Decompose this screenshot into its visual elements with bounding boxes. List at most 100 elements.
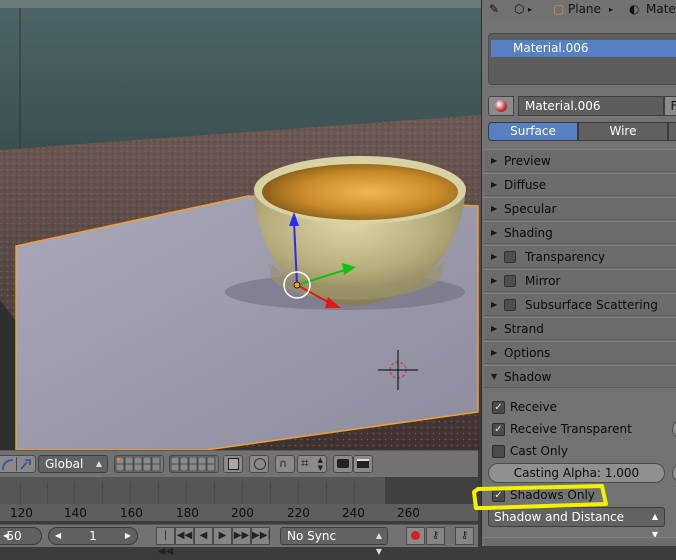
3d-viewport[interactable]	[0, 0, 481, 450]
collapsed-arrow-icon: ▶	[491, 276, 498, 285]
breadcrumb-separator-icon: ▸	[609, 5, 614, 14]
keying-set-button[interactable]: ⚷	[426, 527, 445, 545]
timeline-frame-label: 140	[64, 506, 87, 520]
material-slot-item[interactable]: Material.006	[491, 40, 676, 57]
sync-mode-dropdown[interactable]: No Sync ▲ ▼	[280, 527, 388, 556]
jump-to-keyframe-next-button[interactable]: ▶▶	[232, 527, 251, 545]
jump-to-keyframe-prev-button[interactable]: ◀◀	[175, 527, 194, 545]
timeline-frame-label: 160	[120, 506, 143, 520]
fake-user-button[interactable]: F	[664, 96, 676, 116]
auto-keying-button[interactable]	[406, 527, 425, 545]
preview-type-surface[interactable]: Surface	[488, 122, 578, 141]
panel-label: Mirror	[525, 274, 561, 288]
properties-breadcrumb: ✎ ⬡ ▸ ▢ Plane ▸ ◐ Materi	[482, 0, 676, 20]
cast-only-label: Cast Only	[510, 444, 568, 458]
collapsed-arrow-icon: ▶	[491, 252, 498, 261]
current-frame-field[interactable]: ◀ 1 ▶	[48, 527, 138, 545]
timeline-frame-label: 220	[287, 506, 310, 520]
pin-icon[interactable]: ✎	[489, 2, 499, 16]
material-name-field[interactable]: Material.006	[518, 96, 664, 116]
layer-buttons-group-2[interactable]	[169, 455, 219, 473]
play-button[interactable]: ▶	[213, 527, 232, 545]
render-opengl-button[interactable]	[333, 455, 353, 473]
play-icon: ▶	[218, 530, 227, 541]
snap-element-dropdown[interactable]: ⌗ ▲ ▼	[297, 455, 327, 473]
breadcrumb-separator-icon: ▸	[528, 5, 533, 14]
increment-arrow-icon: ▶	[124, 531, 131, 540]
play-reverse-button[interactable]: ◀	[194, 527, 213, 545]
layer-lock-button[interactable]	[223, 455, 243, 473]
expanded-arrow-icon: ▼	[491, 372, 498, 381]
panel-options[interactable]: ▶ Options	[484, 341, 676, 364]
panel-label: Diffuse	[504, 178, 547, 192]
receive-label: Receive	[510, 400, 557, 414]
transform-orientation-dropdown[interactable]: Global ▲▼	[38, 455, 108, 484]
jump-start-icon: |◀◀	[157, 530, 174, 557]
receive-transparent-checkbox[interactable]: ✓	[492, 423, 505, 436]
properties-editor: ✎ ⬡ ▸ ▢ Plane ▸ ◐ Materi Material.006 Ma…	[481, 0, 676, 546]
preview-type-wire[interactable]: Wire	[578, 122, 668, 141]
key-icon: ⚷	[431, 530, 440, 541]
transparency-checkbox[interactable]	[504, 251, 516, 263]
receive-checkbox[interactable]: ✓	[492, 401, 505, 414]
collapsed-arrow-icon: ▶	[491, 348, 498, 357]
material-icon: ◐	[629, 2, 640, 16]
panel-label: Specular	[504, 202, 557, 216]
layers-grid-icon	[115, 456, 161, 472]
manipulator-icons	[2, 457, 31, 471]
layer-buttons-group-1[interactable]	[114, 455, 164, 473]
pivot-manipulator-buttons[interactable]	[0, 455, 36, 473]
dropdown-arrows-icon: ▲▼	[375, 531, 382, 556]
jump-to-start-button[interactable]: |◀◀	[156, 527, 175, 557]
collapsed-arrow-icon: ▶	[491, 180, 498, 189]
render-animation-button[interactable]	[353, 455, 373, 473]
panel-label: Shadow	[504, 370, 552, 384]
panel-label: Subsurface Scattering	[525, 298, 658, 312]
panel-diffuse[interactable]: ▶ Diffuse	[484, 173, 676, 196]
prev-keyframe-icon: ◀◀	[176, 530, 193, 541]
panel-strand[interactable]: ▶ Strand	[484, 317, 676, 340]
timeline-frame-label: 120	[10, 506, 33, 520]
snap-increment-icon: ⌗	[301, 456, 309, 471]
snap-toggle-button[interactable]: ∩	[275, 455, 295, 473]
panel-shadow[interactable]: ▼ Shadow	[484, 365, 676, 388]
viewport-header: Global ▲▼ ∩ ⌗ ▲▼	[0, 450, 478, 484]
record-icon	[411, 531, 420, 540]
panel-mirror[interactable]: ▶ Mirror	[484, 269, 676, 292]
camera-icon	[337, 459, 349, 468]
timeline-frame-label: 180	[176, 506, 199, 520]
preview-type-more[interactable]	[668, 122, 676, 141]
breadcrumb-object: Plane	[568, 2, 601, 16]
timeline-header: ◀ 50 ◀ 1 ▶ |◀◀ ◀◀ ◀ ▶ ▶▶ ▶▶| No Sync ▲ ▼ …	[0, 524, 478, 557]
highlight-annotation	[472, 484, 608, 510]
mirror-checkbox[interactable]	[504, 275, 516, 287]
panel-preview[interactable]: ▶ Preview	[484, 149, 676, 172]
magnet-icon: ∩	[279, 457, 288, 470]
panel-transparency[interactable]: ▶ Transparency	[484, 245, 676, 268]
start-frame-field[interactable]: ◀ 50	[0, 527, 42, 545]
transform-orientation-label: Global	[45, 457, 84, 471]
proportional-edit-button[interactable]	[249, 455, 269, 473]
cast-only-checkbox[interactable]	[492, 445, 505, 458]
jump-to-end-button[interactable]: ▶▶|	[251, 527, 271, 545]
play-reverse-icon: ◀	[199, 530, 208, 541]
collapsed-arrow-icon: ▶	[491, 300, 498, 309]
jump-end-icon: ▶▶|	[252, 530, 271, 541]
timeline-frame-label: 200	[231, 506, 254, 520]
decrement-arrow-icon: ◀	[55, 531, 62, 540]
proportional-edit-icon	[254, 458, 266, 470]
panel-shading[interactable]: ▶ Shading	[484, 221, 676, 244]
subsurface-scattering-checkbox[interactable]	[504, 299, 516, 311]
material-slot-list[interactable]: Material.006	[488, 33, 676, 85]
collapsed-arrow-icon: ▶	[491, 204, 498, 213]
panel-label: Strand	[504, 322, 544, 336]
panel-label: Preview	[504, 154, 551, 168]
panel-specular[interactable]: ▶ Specular	[484, 197, 676, 220]
panel-custom-properties-partial[interactable]	[484, 537, 676, 546]
panel-subsurface-scattering[interactable]: ▶ Subsurface Scattering	[484, 293, 676, 316]
material-browse-button[interactable]	[488, 96, 514, 116]
timeline[interactable]: 120 140 160 180 200 220 240 260	[0, 477, 478, 521]
panel-label: Shading	[504, 226, 553, 240]
collapsed-arrow-icon: ▶	[491, 228, 498, 237]
insert-keyframe-button[interactable]: ⚷	[455, 527, 474, 545]
